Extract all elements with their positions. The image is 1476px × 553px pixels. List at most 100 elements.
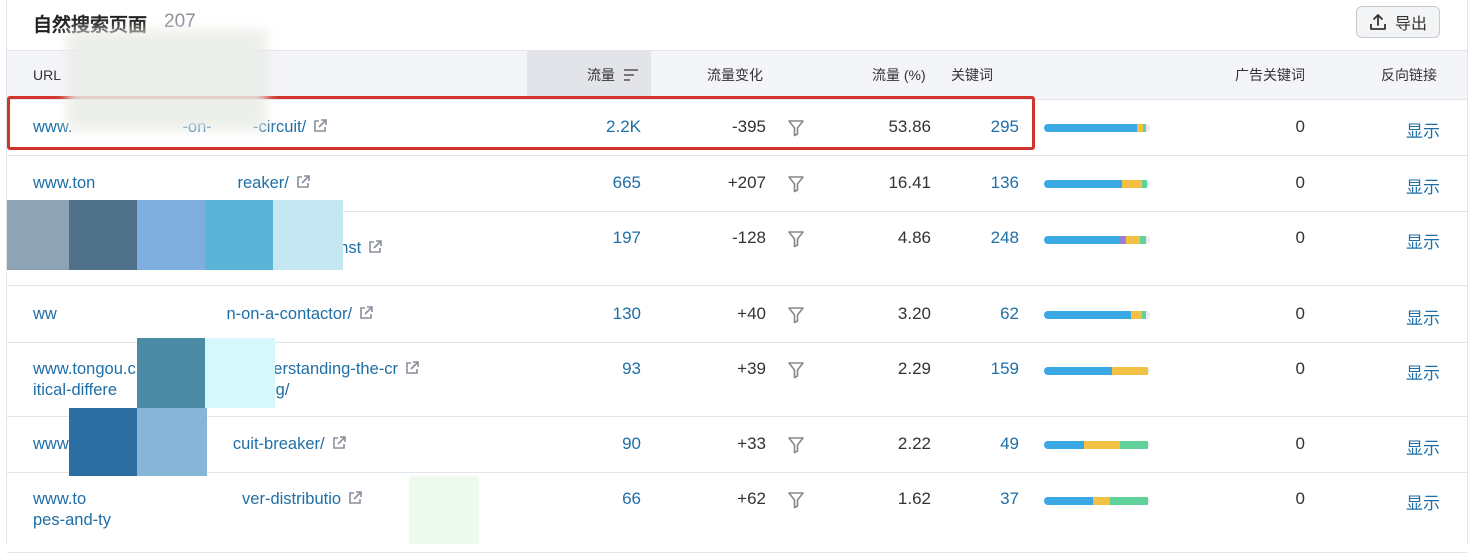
keyword-intent-bar bbox=[1044, 180, 1150, 188]
table-row: ww n-on-a-contactor/ 130 +40 3.20 62 0 显… bbox=[7, 286, 1467, 343]
show-backlinks-link[interactable]: 显示 bbox=[1406, 359, 1440, 384]
privacy-blur bbox=[205, 338, 275, 408]
traffic-pct-value: 4.86 bbox=[897, 228, 931, 247]
show-backlinks-link[interactable]: 显示 bbox=[1406, 228, 1440, 253]
bar-segment bbox=[1130, 310, 1142, 319]
url-line2[interactable]: pes-and-ty bbox=[33, 511, 111, 529]
bar-segment bbox=[1092, 497, 1110, 505]
filter-icon[interactable] bbox=[788, 436, 804, 454]
traffic-value[interactable]: 66 bbox=[622, 489, 641, 509]
bar-segment bbox=[1120, 441, 1148, 449]
keyword-intent-bar bbox=[1044, 497, 1150, 505]
col-ad-keywords[interactable]: 广告关键词 bbox=[1235, 51, 1305, 99]
traffic-value[interactable]: 93 bbox=[622, 359, 641, 379]
url-line1[interactable]: www.ton reaker/ bbox=[33, 174, 289, 192]
privacy-blur bbox=[137, 338, 207, 408]
keywords-value[interactable]: 248 bbox=[991, 228, 1019, 248]
table-row: www.t cuit-breaker/ 90 +33 2.22 49 0 显示 bbox=[7, 417, 1467, 473]
keyword-intent-bar bbox=[1044, 310, 1150, 319]
traffic-change-value: +40 bbox=[737, 303, 766, 323]
filter-icon[interactable] bbox=[788, 230, 804, 248]
external-link-icon[interactable] bbox=[347, 490, 363, 506]
traffic-change-value: +207 bbox=[727, 173, 766, 192]
privacy-blur bbox=[69, 200, 139, 270]
traffic-pct-value: 1.62 bbox=[897, 489, 931, 508]
traffic-value[interactable]: 130 bbox=[613, 304, 641, 324]
external-link-icon[interactable] bbox=[404, 360, 420, 376]
traffic-pct-value: 3.20 bbox=[897, 303, 931, 323]
keyword-intent-bar bbox=[1044, 236, 1150, 244]
organic-pages-panel: 自然搜索页面 207 导出 URL 流量 流量变化 流量 (%) 关键词 广告关… bbox=[6, 0, 1468, 553]
bar-segment bbox=[1111, 367, 1148, 375]
keywords-value[interactable]: 37 bbox=[1000, 489, 1019, 509]
show-backlinks-link[interactable]: 显示 bbox=[1406, 173, 1440, 198]
page-url-link[interactable]: ww n-on-a-contactor/ bbox=[33, 304, 503, 325]
col-url[interactable]: URL bbox=[33, 51, 61, 99]
privacy-blur bbox=[67, 30, 267, 130]
table-row: www.to ver-distributio pes-and-ty 66 +62… bbox=[7, 473, 1467, 553]
traffic-value[interactable]: 197 bbox=[613, 228, 641, 248]
col-traffic-change[interactable]: 流量变化 bbox=[707, 51, 763, 99]
bar-segment bbox=[1044, 367, 1112, 375]
traffic-value[interactable]: 665 bbox=[613, 173, 641, 193]
sort-desc-icon[interactable] bbox=[623, 68, 639, 82]
bar-segment bbox=[1044, 236, 1121, 244]
external-link-icon[interactable] bbox=[295, 174, 311, 190]
bar-segment bbox=[1141, 180, 1147, 188]
bar-segment bbox=[1142, 124, 1146, 132]
keywords-value[interactable]: 62 bbox=[1000, 304, 1019, 324]
page-url-link[interactable]: www.ton reaker/ bbox=[33, 173, 503, 194]
ad-keywords-value: 0 bbox=[1295, 228, 1305, 247]
bar-segment bbox=[1141, 310, 1146, 319]
col-keywords[interactable]: 关键词 bbox=[951, 51, 993, 99]
bar-segment bbox=[1125, 236, 1141, 244]
ad-keywords-value: 0 bbox=[1295, 173, 1305, 192]
show-backlinks-link[interactable]: 显示 bbox=[1406, 489, 1440, 514]
bar-segment bbox=[1109, 497, 1148, 505]
keywords-value[interactable]: 136 bbox=[991, 173, 1019, 193]
upload-icon bbox=[1370, 14, 1386, 30]
ad-keywords-value: 0 bbox=[1295, 117, 1305, 136]
privacy-blur bbox=[273, 200, 343, 270]
external-link-icon[interactable] bbox=[358, 305, 374, 321]
col-traffic[interactable]: 流量 bbox=[587, 51, 615, 99]
traffic-pct-value: 2.22 bbox=[897, 434, 931, 453]
keyword-intent-bar bbox=[1044, 441, 1150, 449]
ad-keywords-value: 0 bbox=[1295, 303, 1305, 323]
ad-keywords-value: 0 bbox=[1295, 359, 1305, 378]
bar-segment bbox=[1084, 441, 1121, 449]
traffic-change-value: -128 bbox=[731, 228, 766, 247]
keywords-value[interactable]: 159 bbox=[991, 359, 1019, 379]
col-backlinks[interactable]: 反向链接 bbox=[1381, 51, 1437, 99]
traffic-value[interactable]: 90 bbox=[622, 434, 641, 454]
filter-icon[interactable] bbox=[788, 361, 804, 379]
bar-segment bbox=[1122, 180, 1142, 188]
external-link-icon[interactable] bbox=[367, 239, 383, 255]
filter-icon[interactable] bbox=[788, 491, 804, 509]
bar-segment bbox=[1044, 180, 1123, 188]
show-backlinks-link[interactable]: 显示 bbox=[1406, 117, 1440, 142]
bar-segment bbox=[1044, 497, 1093, 505]
traffic-change-value: +39 bbox=[737, 359, 766, 378]
show-backlinks-link[interactable]: 显示 bbox=[1406, 434, 1440, 459]
export-button[interactable]: 导出 bbox=[1356, 6, 1440, 38]
privacy-blur bbox=[137, 200, 207, 270]
filter-icon[interactable] bbox=[788, 306, 804, 324]
bar-segment bbox=[1044, 441, 1085, 449]
url-line1[interactable]: ww n-on-a-contactor/ bbox=[33, 305, 352, 323]
traffic-change-value: +62 bbox=[737, 489, 766, 508]
external-link-icon[interactable] bbox=[331, 435, 347, 451]
export-label: 导出 bbox=[1394, 16, 1427, 33]
url-line1[interactable]: www.to ver-distributio bbox=[33, 490, 341, 508]
privacy-blur bbox=[7, 200, 77, 270]
keyword-intent-bar bbox=[1044, 367, 1150, 375]
privacy-blur bbox=[205, 200, 273, 270]
privacy-blur bbox=[137, 408, 207, 476]
col-traffic-pct[interactable]: 流量 (%) bbox=[872, 51, 926, 99]
traffic-pct-value: 16.41 bbox=[888, 173, 931, 192]
show-backlinks-link[interactable]: 显示 bbox=[1406, 304, 1440, 329]
filter-icon[interactable] bbox=[788, 175, 804, 193]
privacy-blur bbox=[69, 408, 139, 476]
privacy-blur bbox=[409, 476, 479, 544]
keywords-value[interactable]: 49 bbox=[1000, 434, 1019, 454]
